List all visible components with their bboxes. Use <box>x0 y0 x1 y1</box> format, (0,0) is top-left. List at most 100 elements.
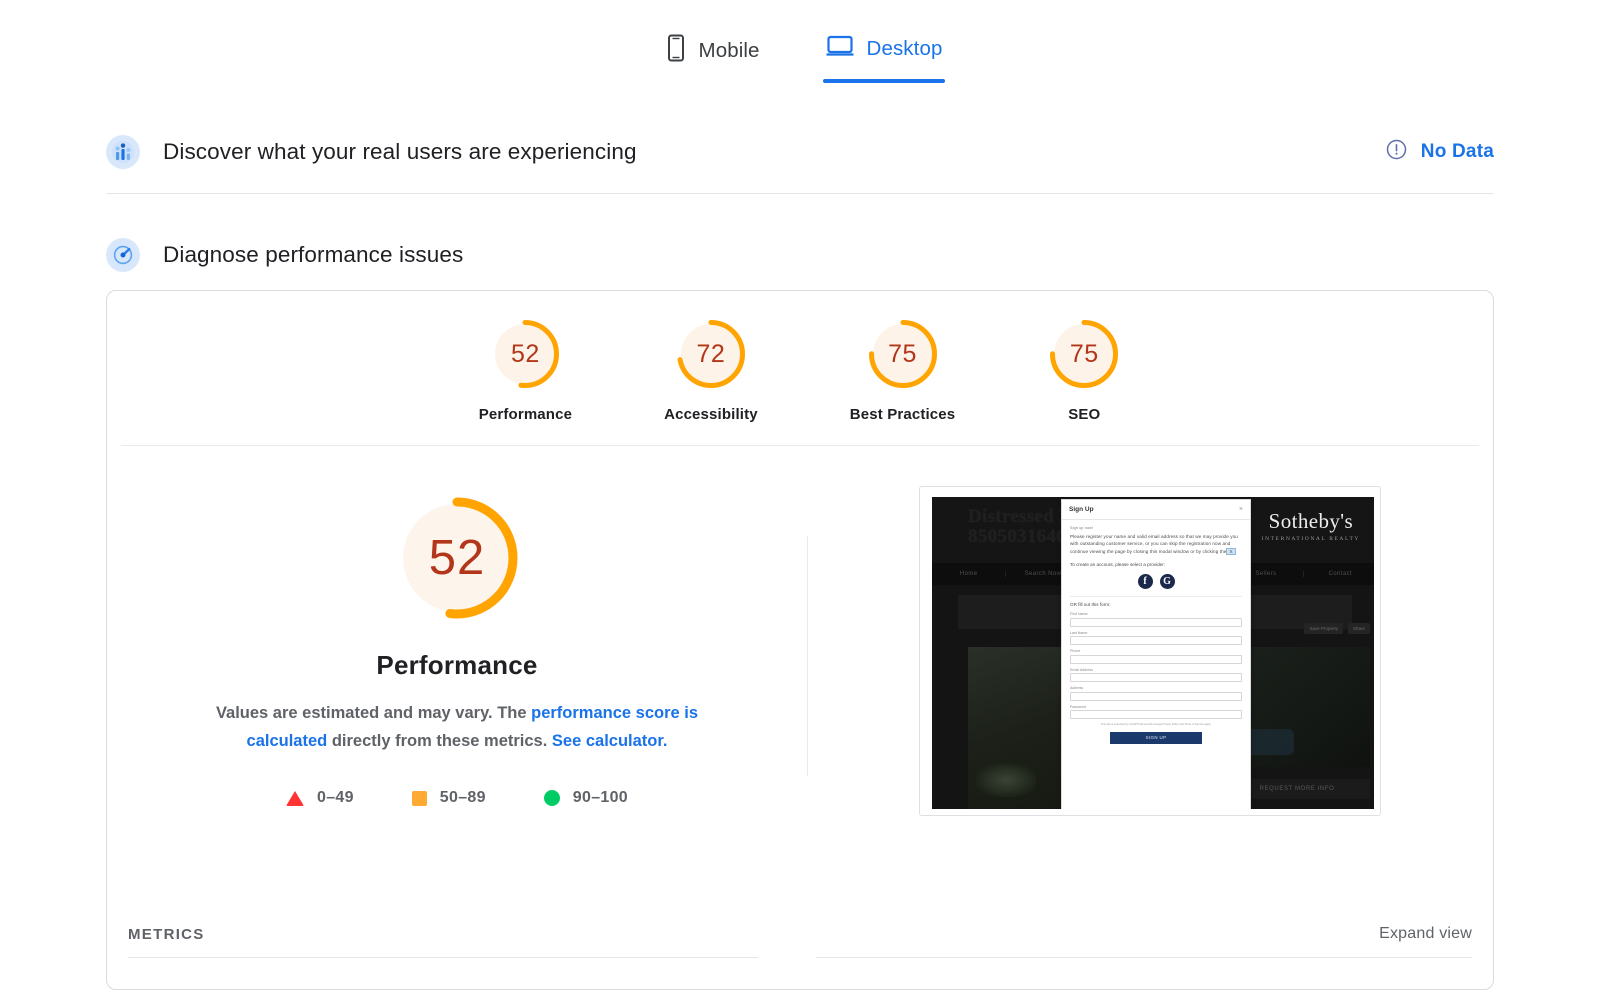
captured-site: Distressed Proper 8505031640 Sotheby's I… <box>932 497 1374 809</box>
performance-heading: Performance <box>376 650 537 681</box>
field-label: Password <box>1070 705 1242 709</box>
description-pre: Values are estimated and may vary. The <box>216 704 531 722</box>
field-label: Email Address <box>1070 668 1242 672</box>
form-field-first-name: First Name <box>1070 612 1242 627</box>
legend-item-average: 50–89 <box>412 789 486 807</box>
page-screenshot-thumbnail[interactable]: Distressed Proper 8505031640 Sotheby's I… <box>919 486 1381 816</box>
performance-detail-split: 52 Performance Values are estimated and … <box>107 446 1493 946</box>
legend-range-average: 50–89 <box>440 789 486 807</box>
close-x-icon: × <box>1239 506 1243 513</box>
modal-close-highlight: X <box>1226 548 1235 555</box>
form-field-password: Password <box>1070 705 1242 720</box>
gauge-accessibility[interactable]: 72 Accessibility <box>664 317 758 423</box>
social-providers: f G <box>1070 574 1242 589</box>
tab-mobile-label: Mobile <box>699 39 760 63</box>
no-data-status[interactable]: No Data <box>1386 139 1494 165</box>
legend-range-poor: 0–49 <box>317 789 354 807</box>
legend-item-good: 90–100 <box>544 789 628 807</box>
modal-paragraph-text: Please register your name and valid emai… <box>1070 534 1238 554</box>
gauge-value-seo: 75 <box>1047 317 1121 391</box>
field-input <box>1070 655 1242 664</box>
google-login-button: G <box>1160 574 1175 589</box>
vertical-divider <box>807 536 808 776</box>
gauge-ring-best-practices: 75 <box>866 317 940 391</box>
see-calculator-link[interactable]: See calculator. <box>552 732 668 750</box>
gauge-ring-performance: 52 <box>488 317 562 391</box>
gauge-label-best-practices: Best Practices <box>850 406 956 423</box>
field-input <box>1070 710 1242 719</box>
modal-provider-prompt: To create an account, please select a pr… <box>1070 562 1242 567</box>
info-circle-icon <box>1386 139 1407 165</box>
pagespeed-insights-report: Mobile Desktop <box>0 0 1600 1000</box>
category-score-gauges: 52 Performance 72 Accessibility <box>121 291 1479 446</box>
gauge-ring-accessibility: 72 <box>674 317 748 391</box>
performance-description: Values are estimated and may vary. The p… <box>177 700 737 755</box>
facebook-login-button: f <box>1138 574 1153 589</box>
gauge-best-practices[interactable]: 75 Best Practices <box>850 317 956 423</box>
discover-section-header: Discover what your real users are experi… <box>106 109 1494 194</box>
field-label: Phone <box>1070 649 1242 653</box>
tab-desktop[interactable]: Desktop <box>820 34 949 83</box>
field-label: Address <box>1070 686 1242 690</box>
modal-form-prompt: OR fill out this form: <box>1070 596 1242 607</box>
nav-item: Contact <box>1304 571 1374 577</box>
final-screenshot-pane: Distressed Proper 8505031640 Sotheby's I… <box>807 446 1493 946</box>
form-field-phone: Phone <box>1070 649 1242 664</box>
form-field-last-name: Last Name <box>1070 631 1242 646</box>
brand-right-sub: INTERNATIONAL REALTY <box>1262 536 1360 542</box>
metrics-footer: METRICS Expand view <box>107 911 1493 989</box>
gauge-value-best-practices: 75 <box>866 317 940 391</box>
metrics-row: METRICS Expand view <box>125 911 1475 957</box>
score-legend: 0–49 50–89 90–100 <box>286 789 628 807</box>
people-analytics-icon <box>106 135 140 169</box>
save-property-pill: Save Property <box>1304 623 1343 634</box>
legend-item-poor: 0–49 <box>286 789 354 807</box>
diagnose-section-header: Diagnose performance issues <box>106 194 1494 282</box>
modal-fineprint: This site is protected by reCAPTCHA and … <box>1070 723 1242 727</box>
no-data-label: No Data <box>1421 141 1494 163</box>
gauge-value-performance: 52 <box>488 317 562 391</box>
gauge-seo[interactable]: 75 SEO <box>1047 317 1121 423</box>
modal-paragraph: Please register your name and valid emai… <box>1070 533 1242 555</box>
expand-view-button[interactable]: Expand view <box>1379 925 1472 943</box>
field-input <box>1070 636 1242 645</box>
field-label: First Name <box>1070 612 1242 616</box>
modal-body: Sign up now! Please register your name a… <box>1062 520 1250 744</box>
form-factor-tabs: Mobile Desktop <box>0 0 1600 87</box>
metrics-divider-left <box>128 957 758 958</box>
triangle-icon <box>286 791 304 806</box>
gauge-label-accessibility: Accessibility <box>664 406 758 423</box>
gauge-label-performance: Performance <box>479 406 572 423</box>
metrics-label: METRICS <box>128 926 205 943</box>
field-input <box>1070 673 1242 682</box>
field-input <box>1070 692 1242 701</box>
screenshot-viewport: Distressed Proper 8505031640 Sotheby's I… <box>926 493 1374 809</box>
metrics-divider-right <box>816 957 1472 958</box>
gauge-performance[interactable]: 52 Performance <box>479 317 572 423</box>
field-input <box>1070 618 1242 627</box>
gauge-label-seo: SEO <box>1068 406 1100 423</box>
modal-submit-button: SIGN UP <box>1110 732 1202 744</box>
circle-icon <box>544 790 560 806</box>
field-label: Last Name <box>1070 631 1242 635</box>
performance-big-gauge: 52 <box>391 492 523 624</box>
modal-title: Sign Up <box>1069 506 1094 513</box>
nav-item: Home <box>932 571 1006 577</box>
lighthouse-report-card: 52 Performance 72 Accessibility <box>106 290 1494 990</box>
metrics-dividers <box>125 957 1475 958</box>
description-mid: directly from these metrics. <box>327 732 552 750</box>
tab-mobile-underline <box>652 83 774 87</box>
tab-desktop-underline <box>823 79 945 83</box>
tab-desktop-label: Desktop <box>867 37 943 61</box>
square-icon <box>412 791 427 806</box>
tab-mobile[interactable]: Mobile <box>652 34 774 87</box>
gauge-speedometer-icon <box>106 238 140 272</box>
modal-subtitle: Sign up now! <box>1070 526 1242 530</box>
performance-summary-pane: 52 Performance Values are estimated and … <box>107 446 807 946</box>
diagnose-title: Diagnose performance issues <box>163 242 463 268</box>
gauge-ring-seo: 75 <box>1047 317 1121 391</box>
mobile-phone-icon <box>666 34 686 67</box>
site-action-pills: Save Property Share <box>1304 623 1370 634</box>
discover-title: Discover what your real users are experi… <box>163 139 637 165</box>
modal-header: Sign Up × <box>1062 500 1250 520</box>
